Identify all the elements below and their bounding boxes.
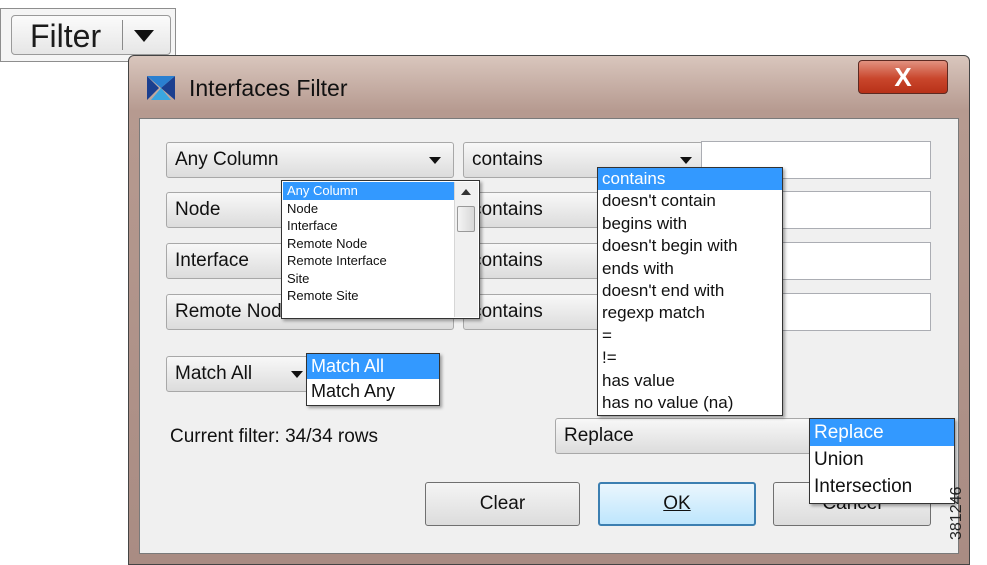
operator-option[interactable]: begins with [598,213,782,235]
dropdown-arrow-icon[interactable] [134,30,154,42]
operator-option[interactable]: doesn't contain [598,190,782,212]
operator-select-value: contains [472,149,543,170]
app-logo-icon [147,76,175,100]
filter-button-body[interactable]: Filter [11,15,171,55]
figure-number: 381246 [948,486,965,540]
filter-button-label: Filter [30,18,102,54]
filter-mode-option[interactable]: Replace [810,419,954,446]
match-option[interactable]: Match All [307,354,439,379]
operator-option[interactable]: doesn't end with [598,280,782,302]
column-dropdown-list[interactable]: Any Column Node Interface Remote Node Re… [281,180,480,319]
filter-mode-select[interactable]: Replace [555,418,825,454]
filter-mode-dropdown-list[interactable]: Replace Union Intersection [809,418,955,504]
column-select-value: Any Column [175,149,279,170]
operator-option[interactable]: ends with [598,258,782,280]
column-option[interactable]: Interface [283,217,454,235]
column-option[interactable]: Site [283,270,454,288]
scroll-up-arrow-icon[interactable] [461,189,471,195]
filter-button-separator [122,20,123,50]
filter-mode-option[interactable]: Union [810,446,954,473]
scrollbar-thumb[interactable] [457,206,475,232]
close-button[interactable]: X [858,60,948,94]
chevron-down-icon [429,157,441,164]
filter-mode-value: Replace [564,425,634,446]
column-select-value: Interface [175,250,249,271]
column-options: Any Column Node Interface Remote Node Re… [283,182,454,305]
clear-button[interactable]: Clear [425,482,580,526]
ok-mnemonic: OK [663,493,691,514]
column-select-value: Node [175,199,221,220]
chevron-down-icon [291,371,303,378]
operator-option[interactable]: contains [598,168,782,191]
ok-button[interactable]: OK [598,482,756,526]
filter-button[interactable]: Filter [0,8,176,62]
operator-option[interactable]: = [598,325,782,347]
column-list-scrollbar[interactable] [454,182,478,317]
current-filter-status: Current filter: 34/34 rows [170,426,379,447]
operator-option[interactable]: has value [598,370,782,392]
operator-dropdown-list[interactable]: contains doesn't contain begins with doe… [597,167,783,416]
operator-select-value: contains [472,199,543,220]
match-select[interactable]: Match All [166,356,310,392]
operator-select-value: contains [472,250,543,271]
column-option[interactable]: Remote Node [283,235,454,253]
operator-option[interactable]: != [598,347,782,369]
dialog-title: Interfaces Filter [189,75,348,101]
column-option[interactable]: Any Column [283,182,454,200]
match-select-value: Match All [175,363,253,384]
operator-option[interactable]: regexp match [598,302,782,324]
filter-mode-option[interactable]: Intersection [810,473,954,500]
column-option[interactable]: Remote Site [283,287,454,305]
match-dropdown-list[interactable]: Match All Match Any [306,353,440,406]
operator-select-value: contains [472,301,543,322]
column-option[interactable]: Node [283,200,454,218]
column-select-value: Remote Node [175,301,293,322]
operator-option[interactable]: doesn't begin with [598,235,782,257]
column-select-row-1[interactable]: Any Column [166,142,454,178]
operator-option[interactable]: has no value (na) [598,392,782,414]
match-option[interactable]: Match Any [307,379,439,404]
chevron-down-icon [680,157,692,164]
column-option[interactable]: Remote Interface [283,252,454,270]
